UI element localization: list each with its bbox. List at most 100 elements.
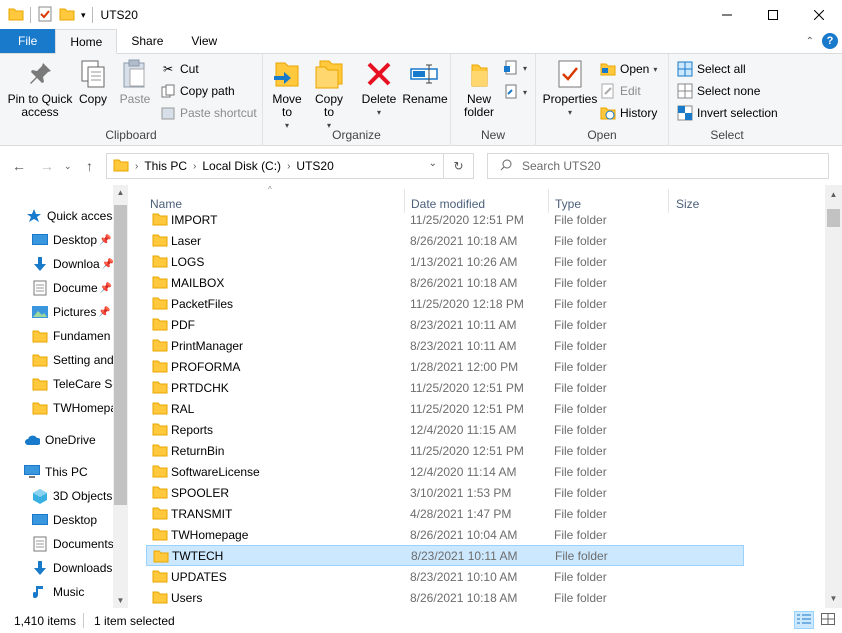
nav-item-documents[interactable]: Docume 📌 bbox=[32, 277, 112, 299]
large-icons-view-button[interactable] bbox=[818, 611, 838, 629]
pin-to-quick-access-button[interactable]: Pin to Quick access bbox=[6, 58, 74, 119]
file-list-scrollbar[interactable]: ▲ ▼ bbox=[825, 185, 842, 608]
copy-to-button[interactable]: Copy to ▾ bbox=[311, 58, 347, 132]
table-row[interactable]: TWTECH 8/23/2021 10:11 AM File folder bbox=[146, 545, 744, 566]
collapse-ribbon-chevron-icon[interactable]: ⌃ bbox=[806, 36, 814, 47]
file-type: File folder bbox=[554, 464, 607, 479]
move-to-button[interactable]: Move to ▾ bbox=[269, 58, 305, 132]
table-row[interactable]: Users 8/26/2021 10:18 AM File folder bbox=[146, 587, 744, 608]
nav-item-pictures[interactable]: Pictures 📌 bbox=[32, 301, 111, 323]
nav-item-documents[interactable]: Documents bbox=[32, 533, 114, 555]
nav-item-this-pc[interactable]: This PC bbox=[24, 461, 88, 483]
back-arrow-icon[interactable]: ← bbox=[12, 158, 26, 174]
nav-item-3d-objects[interactable]: 3D Objects bbox=[32, 485, 112, 507]
properties-button[interactable]: Properties ▾ bbox=[542, 58, 598, 119]
up-arrow-icon[interactable]: ↑ bbox=[86, 158, 93, 174]
breadcrumb-uts20[interactable]: UTS20 bbox=[296, 159, 333, 173]
table-row[interactable]: PDF 8/23/2021 10:11 AM File folder bbox=[146, 314, 744, 335]
file-date-modified: 3/10/2021 1:53 PM bbox=[410, 485, 512, 500]
new-folder-icon[interactable] bbox=[59, 6, 75, 25]
nav-item-folder[interactable]: Fundamen bbox=[32, 325, 110, 347]
search-box[interactable]: Search UTS20 bbox=[487, 153, 829, 179]
file-type: File folder bbox=[554, 422, 607, 437]
maximize-button[interactable] bbox=[750, 0, 796, 30]
table-row[interactable]: PRTDCHK 11/25/2020 12:51 PM File folder bbox=[146, 377, 744, 398]
table-row[interactable]: LOGS 1/13/2021 10:26 AM File folder bbox=[146, 251, 744, 272]
table-row[interactable]: SPOOLER 3/10/2021 1:53 PM File folder bbox=[146, 482, 744, 503]
paste-shortcut-button[interactable]: Paste shortcut bbox=[160, 103, 257, 123]
copy-path-button[interactable]: Copy path bbox=[160, 81, 235, 101]
close-button[interactable] bbox=[796, 0, 842, 30]
copy-button[interactable]: Copy bbox=[76, 58, 110, 106]
nav-item-music[interactable]: Music bbox=[32, 581, 84, 603]
table-row[interactable]: PrintManager 8/23/2021 10:11 AM File folde… bbox=[146, 335, 744, 356]
invert-selection-button[interactable]: Invert selection bbox=[677, 103, 778, 123]
breadcrumb-local-disk[interactable]: Local Disk (C:) bbox=[202, 159, 281, 173]
address-dropdown-chevron-icon[interactable]: ⌄ bbox=[429, 158, 437, 169]
nav-item-folder[interactable]: Setting and bbox=[32, 349, 114, 371]
table-row[interactable]: MAILBOX 8/26/2021 10:18 AM File folder bbox=[146, 272, 744, 293]
breadcrumb-separator-icon[interactable]: › bbox=[287, 161, 290, 172]
nav-item-folder[interactable]: TeleCare Se bbox=[32, 373, 119, 395]
table-row[interactable]: Laser 8/26/2021 10:18 AM File folder bbox=[146, 230, 744, 251]
delete-button[interactable]: Delete ▾ bbox=[359, 58, 399, 119]
new-folder-button[interactable]: New folder bbox=[459, 58, 499, 119]
forward-arrow-icon[interactable]: → bbox=[40, 158, 54, 174]
file-name: PacketFiles bbox=[171, 296, 234, 311]
copy-icon bbox=[77, 58, 109, 90]
nav-item-downloads[interactable]: Downloa 📌 bbox=[32, 253, 114, 275]
select-all-button[interactable]: Select all bbox=[677, 59, 746, 79]
table-row[interactable]: TWHomepage 8/26/2021 10:04 AM File folder bbox=[146, 524, 744, 545]
table-row[interactable]: ReturnBin 11/25/2020 12:51 PM File folder bbox=[146, 440, 744, 461]
download-icon bbox=[32, 560, 48, 576]
tab-file[interactable]: File bbox=[0, 29, 56, 53]
properties-icon[interactable] bbox=[37, 6, 53, 25]
file-list-scroll-thumb[interactable] bbox=[827, 209, 840, 227]
table-row[interactable]: UPDATES 8/23/2021 10:10 AM File folder bbox=[146, 566, 744, 587]
minimize-button[interactable] bbox=[704, 0, 750, 30]
address-bar[interactable]: › This PC › Local Disk (C:) › UTS20 ⌄ ↻ bbox=[106, 153, 474, 179]
breadcrumb-separator-icon[interactable]: › bbox=[193, 161, 196, 172]
table-row[interactable]: Reports 12/4/2020 11:15 AM File folder bbox=[146, 419, 744, 440]
table-row[interactable]: RAL 11/25/2020 12:51 PM File folder bbox=[146, 398, 744, 419]
folder-icon bbox=[152, 233, 168, 250]
nav-item-quick-access[interactable]: Quick access bbox=[26, 205, 118, 227]
nav-item-downloads[interactable]: Downloads bbox=[32, 557, 112, 579]
tab-view[interactable]: View bbox=[177, 29, 231, 53]
breadcrumb-this-pc[interactable]: This PC bbox=[144, 159, 187, 173]
cut-button[interactable]: ✂ Cut bbox=[160, 59, 199, 79]
scroll-up-arrow-icon[interactable]: ▲ bbox=[113, 185, 128, 200]
scroll-down-arrow-icon[interactable]: ▼ bbox=[826, 591, 841, 606]
paste-button[interactable]: Paste bbox=[116, 58, 154, 106]
new-item-button[interactable]: ▾ bbox=[503, 58, 527, 78]
refresh-button[interactable]: ↻ bbox=[443, 154, 473, 178]
easy-access-button[interactable]: ▾ bbox=[503, 82, 527, 102]
edit-button[interactable]: Edit bbox=[600, 81, 641, 101]
table-row[interactable]: SoftwareLicense 12/4/2020 11:14 AM File fo… bbox=[146, 461, 744, 482]
file-type: File folder bbox=[554, 233, 607, 248]
help-icon[interactable]: ? bbox=[822, 33, 838, 49]
tab-share[interactable]: Share bbox=[117, 29, 177, 53]
nav-item-folder[interactable]: TWHomepa bbox=[32, 397, 117, 419]
table-row[interactable]: PacketFiles 11/25/2020 12:18 PM File folde… bbox=[146, 293, 744, 314]
table-row[interactable]: PROFORMA 1/28/2021 12:00 PM File folder bbox=[146, 356, 744, 377]
nav-pane-scrollbar[interactable]: ▲ ▼ bbox=[113, 185, 128, 608]
breadcrumb-separator-icon[interactable]: › bbox=[135, 161, 138, 172]
table-row[interactable]: IMPORT 11/25/2020 12:51 PM File folder bbox=[146, 209, 744, 230]
scroll-down-arrow-icon[interactable]: ▼ bbox=[113, 593, 128, 608]
table-row[interactable]: TRANSMIT 4/28/2021 1:47 PM File folder bbox=[146, 503, 744, 524]
select-none-button[interactable]: Select none bbox=[677, 81, 760, 101]
scroll-up-arrow-icon[interactable]: ▲ bbox=[826, 187, 841, 202]
nav-item-onedrive[interactable]: OneDrive bbox=[24, 429, 96, 451]
details-view-button[interactable] bbox=[794, 611, 814, 629]
tab-home[interactable]: Home bbox=[55, 29, 118, 54]
rename-button[interactable]: Rename bbox=[402, 58, 448, 106]
nav-pane-scroll-thumb[interactable] bbox=[114, 205, 127, 505]
nav-item-desktop[interactable]: Desktop 📌 bbox=[32, 229, 111, 251]
open-button[interactable]: Open ▾ bbox=[600, 59, 657, 79]
recent-locations-chevron-icon[interactable]: ⌄ bbox=[64, 161, 72, 172]
history-button[interactable]: History bbox=[600, 103, 657, 123]
folder-icon[interactable] bbox=[8, 6, 24, 25]
customize-qa-chevron-icon[interactable]: ▾ bbox=[81, 10, 86, 21]
nav-item-desktop[interactable]: Desktop bbox=[32, 509, 97, 531]
